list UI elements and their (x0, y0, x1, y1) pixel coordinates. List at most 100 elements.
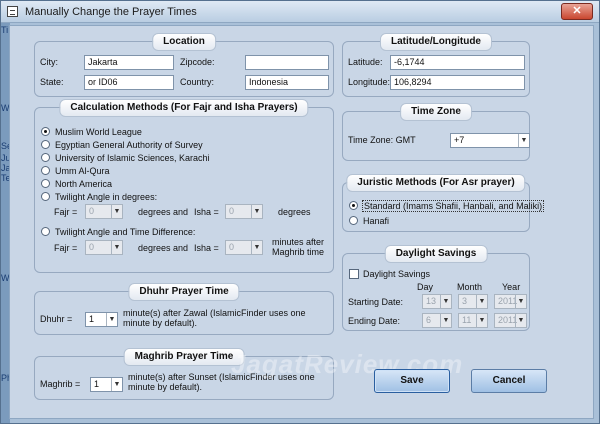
longitude-label: Longitude: (348, 77, 391, 87)
time-zone-title: Time Zone (400, 103, 472, 121)
radio-umm-al-qura[interactable] (41, 166, 50, 175)
fajr-angle-label: Fajr = (54, 207, 78, 217)
radio-muslim-world-league[interactable] (41, 127, 50, 136)
isha-diff-value: 0 (229, 242, 235, 252)
latlong-group: Latitude/Longitude Latitude: -6,1744 Lon… (342, 33, 530, 97)
maghrib-title: Maghrib Prayer Time (123, 348, 245, 366)
juristic-methods-title: Juristic Methods (For Asr prayer) (346, 174, 526, 192)
isha-angle-label: Isha = (194, 207, 219, 217)
radio-twilight-angle[interactable] (41, 192, 50, 201)
chevron-down-icon: ▼ (518, 134, 529, 147)
start-month-value: 3 (462, 296, 468, 306)
edge-text: Ti (1, 25, 9, 35)
title-bar[interactable]: Manually Change the Prayer Times ✕ (1, 1, 599, 23)
dhuhr-title: Dhuhr Prayer Time (128, 283, 240, 301)
option-twilight-time-difference[interactable]: Twilight Angle and Time Difference: (55, 227, 195, 237)
start-year-select[interactable]: 2011 ▼ (494, 294, 527, 309)
radio-karachi[interactable] (41, 153, 50, 162)
city-label: City: (40, 57, 58, 67)
dhuhr-label: Dhuhr = (40, 314, 73, 324)
option-hanafi[interactable]: Hanafi (363, 216, 389, 226)
calculation-methods-group: Calculation Methods (For Fajr and Isha P… (34, 99, 334, 273)
option-north-america[interactable]: North America (55, 179, 112, 189)
end-month-select[interactable]: 11 ▼ (458, 313, 488, 328)
time-zone-group: Time Zone Time Zone: GMT +7 ▼ (342, 103, 530, 161)
daylight-savings-label[interactable]: Daylight Savings (363, 269, 430, 279)
degrees-and-label: degrees and (138, 243, 189, 253)
state-input[interactable]: or ID06 (84, 75, 174, 90)
option-egyptian-authority[interactable]: Egyptian General Authority of Survey (55, 140, 203, 150)
start-month-select[interactable]: 3 ▼ (458, 294, 488, 309)
location-group: Location City: Jakarta Zipcode: State: o… (34, 33, 334, 97)
day-header: Day (417, 282, 434, 292)
chevron-down-icon: ▼ (476, 295, 487, 308)
chevron-down-icon: ▼ (476, 314, 487, 327)
fajr-angle-value: 0 (89, 206, 95, 216)
option-twilight-angle[interactable]: Twilight Angle in degrees: (55, 192, 157, 202)
minutes-after-maghrib-label: minutes after Maghrib time (272, 237, 325, 257)
option-standard[interactable]: Standard (Imams Shafii, Hanbali, and Mal… (362, 200, 545, 212)
isha-diff-label: Isha = (194, 243, 219, 253)
state-label: State: (40, 77, 64, 87)
daylight-savings-title: Daylight Savings (384, 245, 488, 263)
radio-hanafi[interactable] (349, 216, 358, 225)
location-title: Location (152, 33, 216, 51)
calculation-methods-title: Calculation Methods (For Fajr and Isha P… (59, 99, 309, 117)
maghrib-minutes-select[interactable]: 1 ▼ (90, 377, 123, 392)
isha-angle-value: 0 (229, 206, 235, 216)
chevron-down-icon: ▼ (111, 205, 122, 218)
maghrib-minutes-value: 1 (94, 379, 100, 389)
chevron-down-icon: ▼ (515, 314, 526, 327)
chevron-down-icon: ▼ (251, 205, 262, 218)
end-month-value: 11 (462, 315, 472, 325)
window-icon (7, 6, 18, 17)
city-input[interactable]: Jakarta (84, 55, 174, 70)
end-day-select[interactable]: 6 ▼ (422, 313, 452, 328)
option-karachi[interactable]: University of Islamic Sciences, Karachi (55, 153, 210, 163)
prayer-times-dialog: Manually Change the Prayer Times ✕ Ti W … (0, 0, 600, 424)
latitude-label: Latitude: (348, 57, 383, 67)
close-button[interactable]: ✕ (561, 3, 593, 20)
radio-standard[interactable] (349, 201, 358, 210)
country-input[interactable]: Indonesia (245, 75, 329, 90)
end-day-value: 6 (426, 315, 432, 325)
dhuhr-minutes-value: 1 (89, 314, 95, 324)
window-title: Manually Change the Prayer Times (25, 6, 197, 18)
radio-twilight-time-difference[interactable] (41, 227, 50, 236)
zipcode-input[interactable] (245, 55, 329, 70)
chevron-down-icon: ▼ (251, 241, 262, 254)
chevron-down-icon: ▼ (106, 313, 117, 326)
chevron-down-icon: ▼ (111, 241, 122, 254)
ending-date-label: Ending Date: (348, 316, 401, 326)
radio-egyptian-authority[interactable] (41, 140, 50, 149)
dhuhr-group: Dhuhr Prayer Time Dhuhr = 1 ▼ minute(s) a… (34, 283, 334, 335)
option-umm-al-qura[interactable]: Umm Al-Qura (55, 166, 110, 176)
fajr-diff-label: Fajr = (54, 243, 78, 253)
time-zone-select[interactable]: +7 ▼ (450, 133, 530, 148)
end-year-select[interactable]: 2011 ▼ (494, 313, 527, 328)
start-day-value: 13 (426, 296, 437, 306)
radio-north-america[interactable] (41, 179, 50, 188)
save-button[interactable]: Save (374, 369, 450, 393)
fajr-diff-value: 0 (89, 242, 95, 252)
latitude-input[interactable]: -6,1744 (390, 55, 525, 70)
degrees-and-label: degrees and (138, 207, 189, 217)
fajr-diff-select[interactable]: 0 ▼ (85, 240, 123, 255)
time-zone-value: +7 (454, 135, 465, 145)
fajr-angle-select[interactable]: 0 ▼ (85, 204, 123, 219)
chevron-down-icon: ▼ (440, 314, 451, 327)
daylight-savings-checkbox[interactable] (349, 269, 359, 279)
isha-angle-select[interactable]: 0 ▼ (225, 204, 263, 219)
dhuhr-note: minute(s) after Zawal (IslamicFinder use… (123, 308, 306, 328)
zipcode-label: Zipcode: (180, 57, 215, 67)
start-day-select[interactable]: 13 ▼ (422, 294, 452, 309)
cancel-button[interactable]: Cancel (471, 369, 547, 393)
option-muslim-world-league[interactable]: Muslim World League (55, 127, 142, 137)
latlong-title: Latitude/Longitude (380, 33, 492, 51)
isha-diff-select[interactable]: 0 ▼ (225, 240, 263, 255)
maghrib-label: Maghrib = (40, 379, 81, 389)
starting-date-label: Starting Date: (348, 297, 404, 307)
dhuhr-minutes-select[interactable]: 1 ▼ (85, 312, 118, 327)
juristic-methods-group: Juristic Methods (For Asr prayer) Standa… (342, 174, 545, 232)
longitude-input[interactable]: 106,8294 (390, 75, 525, 90)
